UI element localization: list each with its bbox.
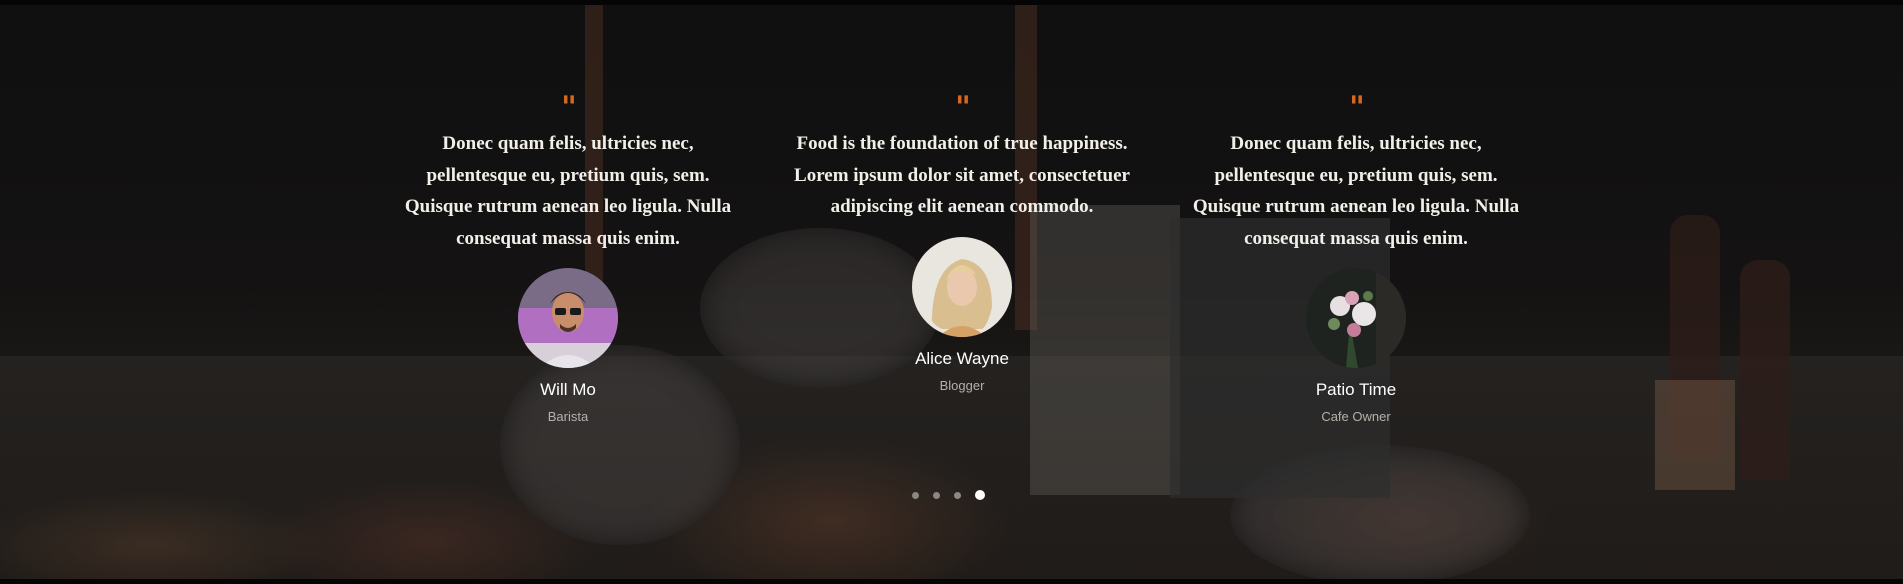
carousel-dot[interactable] <box>912 491 919 499</box>
testimonial-quote: Donec quam felis, ultricies nec, pellent… <box>1192 133 1520 249</box>
avatar <box>1306 268 1406 368</box>
testimonial-author-name: Patio Time <box>1315 380 1397 399</box>
testimonial-card: " Donec quam felis, ultricies nec, pelle… <box>1184 90 1528 425</box>
counter-surface <box>0 360 1903 584</box>
carousel-pagination <box>912 488 985 502</box>
carousel-dot[interactable] <box>954 491 961 499</box>
testimonial-author-name: Will Mo <box>540 380 596 399</box>
testimonial-card: " Donec quam felis, ultricies nec, pelle… <box>396 90 740 425</box>
testimonial-quote: Donec quam felis, ultricies nec, pellent… <box>404 133 732 249</box>
testimonial-author-name: Alice Wayne <box>915 348 1009 368</box>
quote-icon: " <box>561 90 577 125</box>
testimonial-card: " Food is the foundation of true happine… <box>790 90 1134 393</box>
testimonial-author-role: Blogger <box>939 377 985 393</box>
testimonial-quote: Food is the foundation of true happiness… <box>794 133 1130 217</box>
avatar <box>518 268 618 368</box>
wine-bottle <box>1740 260 1790 480</box>
avatar <box>912 236 1012 337</box>
testimonial-author-role: Barista <box>547 409 589 424</box>
testimonial-author-role: Cafe Owner <box>1321 409 1391 424</box>
man-with-glasses-portrait-icon <box>518 268 618 368</box>
quote-icon: " <box>1349 90 1365 125</box>
top-border <box>0 0 1903 5</box>
blonde-woman-portrait-icon <box>912 236 1012 337</box>
quote-icon: " <box>955 90 971 125</box>
bottom-border <box>0 579 1903 584</box>
carousel-dot[interactable] <box>975 490 985 500</box>
carousel-dot[interactable] <box>933 491 940 499</box>
flower-bouquet-photo-icon <box>1306 268 1406 368</box>
price-tag <box>1655 380 1735 490</box>
